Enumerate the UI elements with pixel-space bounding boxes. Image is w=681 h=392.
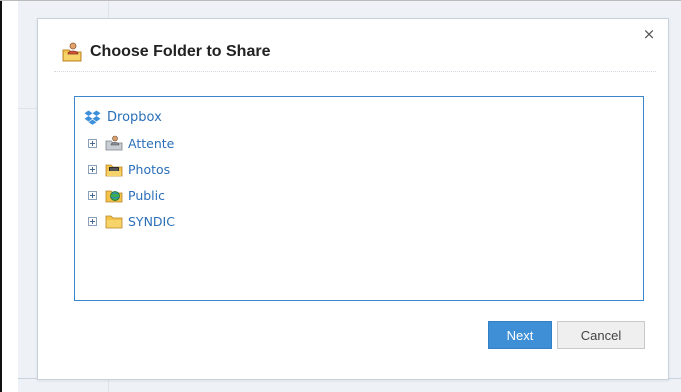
title-divider [54, 71, 656, 72]
shared-folder-icon [105, 135, 123, 151]
expand-icon[interactable] [88, 138, 97, 148]
tree-item-public[interactable]: Public [88, 186, 165, 204]
photos-folder-icon [105, 164, 123, 177]
expand-icon[interactable] [88, 164, 97, 174]
tree-item-label: Attente [128, 135, 175, 151]
folder-icon [105, 215, 123, 229]
choose-folder-dialog: × Choose Folder to Share Dropbox Attente… [37, 18, 669, 380]
folder-tree: Dropbox Attente Photos Public SYNDIC [74, 96, 644, 301]
expand-icon[interactable] [88, 216, 97, 226]
public-folder-icon [105, 190, 123, 203]
tree-item-attente[interactable]: Attente [88, 134, 174, 152]
tree-item-photos[interactable]: Photos [88, 160, 170, 178]
dialog-title: Choose Folder to Share [90, 43, 271, 60]
tree-root-dropbox[interactable]: Dropbox [84, 108, 162, 126]
tree-item-label: Public [128, 187, 165, 203]
tree-root-label: Dropbox [107, 109, 162, 125]
share-folder-icon [62, 42, 82, 62]
close-button[interactable]: × [642, 27, 656, 42]
tree-item-label: SYNDIC [128, 213, 175, 229]
tree-item-syndic[interactable]: SYNDIC [88, 212, 175, 230]
next-button[interactable]: Next [488, 321, 552, 349]
window-left-edge [0, 0, 2, 392]
dropbox-icon [84, 110, 101, 125]
tree-item-label: Photos [128, 161, 171, 177]
cancel-button[interactable]: Cancel [557, 321, 645, 349]
window-top-edge [0, 0, 681, 1]
expand-icon[interactable] [88, 190, 97, 200]
dialog-title-row: Choose Folder to Share [62, 41, 270, 63]
